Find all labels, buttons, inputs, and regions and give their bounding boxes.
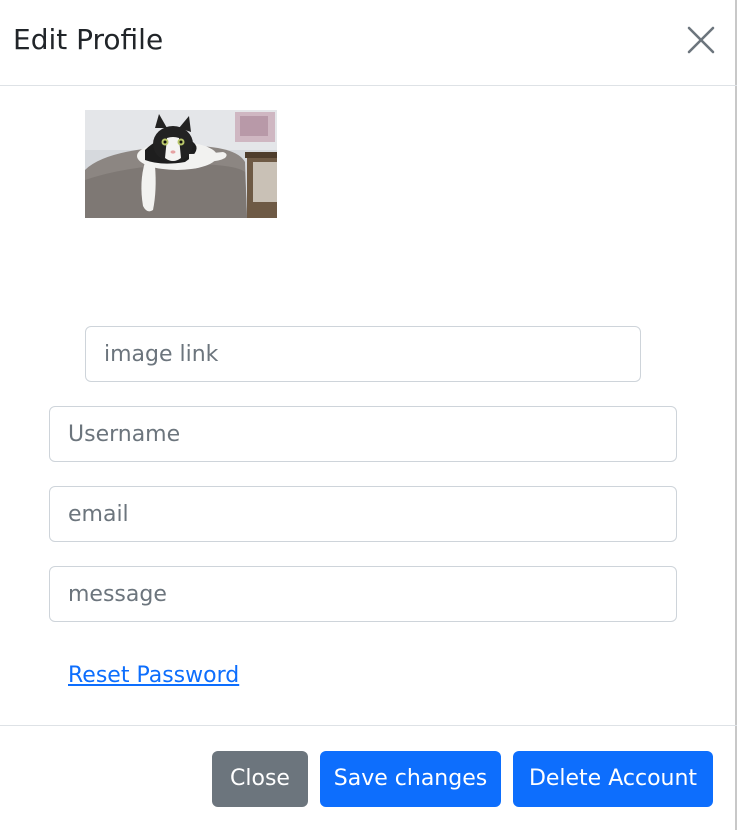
close-button[interactable]: Close [212, 751, 308, 807]
delete-account-button[interactable]: Delete Account [513, 751, 713, 807]
username-input[interactable] [49, 406, 677, 462]
modal-header: Edit Profile [0, 0, 737, 86]
image-link-input[interactable] [85, 326, 641, 382]
save-changes-button[interactable]: Save changes [320, 751, 501, 807]
edit-profile-modal: Edit Profile image link Username email m… [0, 0, 737, 830]
email-input[interactable] [49, 486, 677, 542]
message-input[interactable] [49, 566, 677, 622]
profile-image [85, 110, 277, 218]
close-icon[interactable] [684, 23, 718, 57]
modal-title: Edit Profile [13, 23, 164, 56]
reset-password-link[interactable]: Reset Password [68, 661, 239, 691]
modal-footer: Close Save changes Delete Account [0, 725, 737, 830]
